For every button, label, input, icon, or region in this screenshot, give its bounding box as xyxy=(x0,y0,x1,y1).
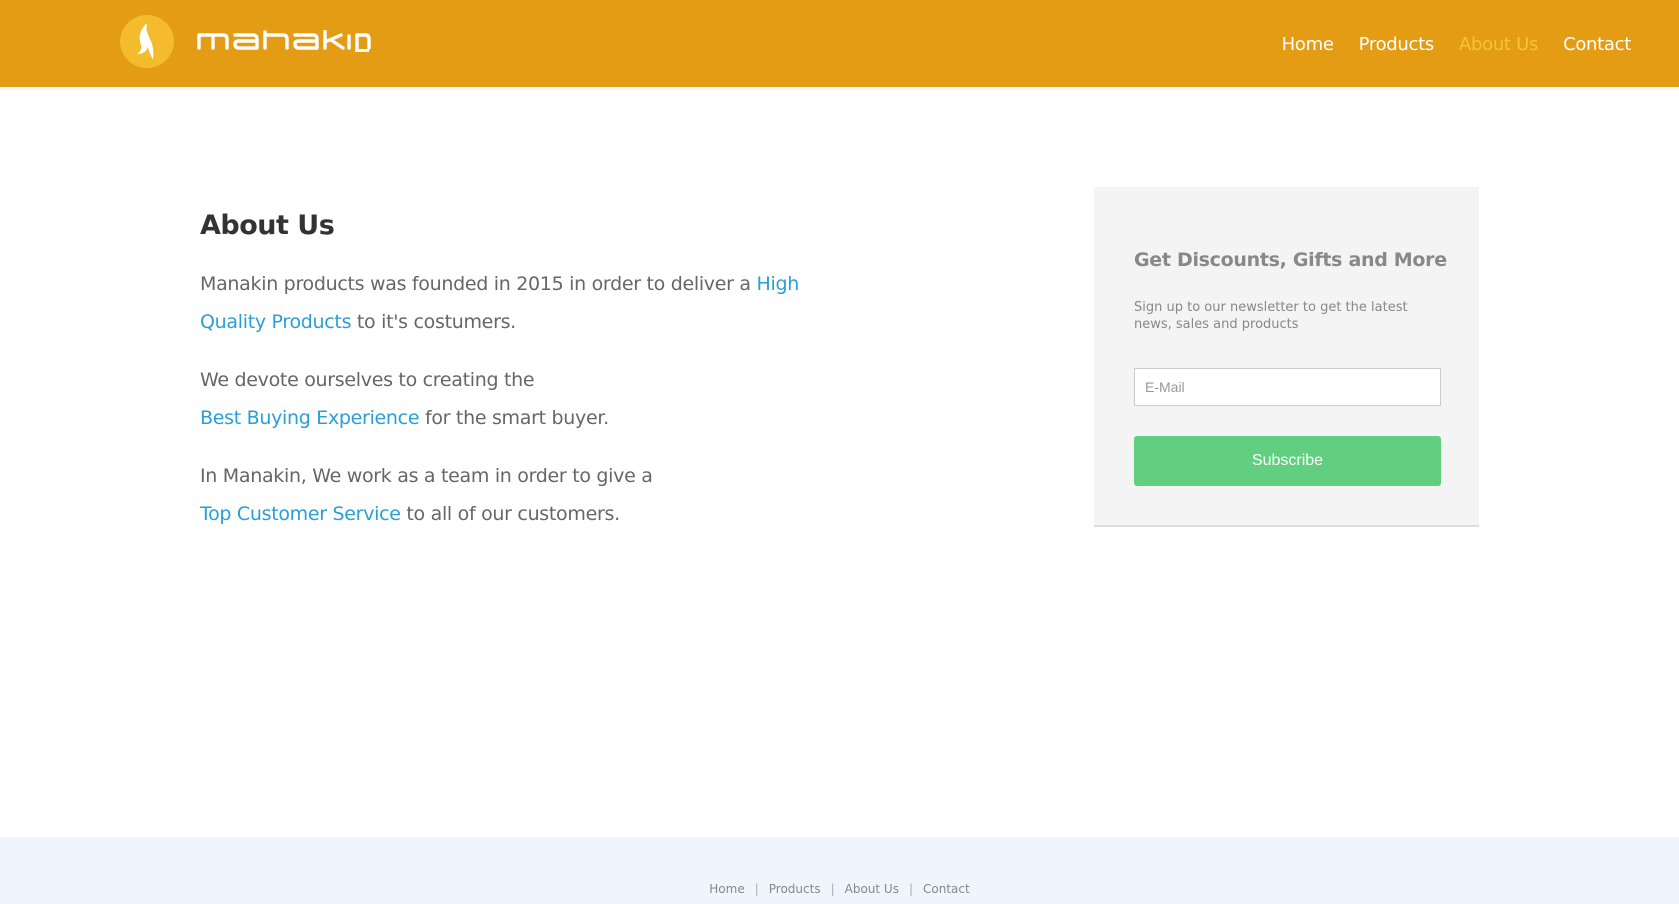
highlight-text: Top Customer Service xyxy=(200,503,401,525)
bird-logo-icon xyxy=(120,15,174,68)
footer-separator: | xyxy=(830,882,835,896)
footer-link-contact[interactable]: Contact xyxy=(923,882,970,896)
footer-separator: | xyxy=(754,882,759,896)
paragraph-text: to all of our customers. xyxy=(400,503,620,525)
about-paragraph-1: Manakin products was founded in 2015 in … xyxy=(200,265,840,341)
paragraph-text: to it's costumers. xyxy=(351,311,516,333)
newsletter-title: Get Discounts, Gifts and More xyxy=(1134,249,1447,271)
about-content: About Us Manakin products was founded in… xyxy=(200,210,840,553)
nav-about-us[interactable]: About Us xyxy=(1459,34,1538,55)
logo-link[interactable] xyxy=(120,15,174,68)
site-header: Home Products About Us Contact xyxy=(0,0,1679,87)
footer-nav: Home | Products | About Us | Contact xyxy=(0,882,1679,896)
page-title: About Us xyxy=(200,210,335,241)
brand-wordmark xyxy=(197,29,372,52)
main-nav: Home Products About Us Contact xyxy=(1282,34,1632,55)
footer-link-home[interactable]: Home xyxy=(709,882,744,896)
highlight-text: Best Buying Experience xyxy=(200,407,420,429)
nav-contact[interactable]: Contact xyxy=(1563,34,1631,55)
paragraph-text: In Manakin, We work as a team in order t… xyxy=(200,465,653,487)
nav-home[interactable]: Home xyxy=(1282,34,1334,55)
newsletter-description: Sign up to our newsletter to get the lat… xyxy=(1134,300,1408,332)
paragraph-text: Manakin products was founded in 2015 in … xyxy=(200,273,757,295)
paragraph-text: We devote ourselves to creating the xyxy=(200,369,535,391)
email-input[interactable] xyxy=(1134,368,1441,406)
footer-separator: | xyxy=(908,882,914,896)
nav-products[interactable]: Products xyxy=(1359,34,1435,55)
footer-link-products[interactable]: Products xyxy=(769,882,821,896)
newsletter-panel: Get Discounts, Gifts and More Sign up to… xyxy=(1094,187,1479,527)
subscribe-button[interactable]: Subscribe xyxy=(1134,436,1441,486)
site-footer: Home | Products | About Us | Contact xyxy=(0,837,1679,904)
about-paragraph-3: In Manakin, We work as a team in order t… xyxy=(200,457,840,533)
footer-link-about-us[interactable]: About Us xyxy=(845,882,899,896)
paragraph-text: for the smart buyer. xyxy=(419,407,609,429)
about-paragraph-2: We devote ourselves to creating the Best … xyxy=(200,361,840,437)
